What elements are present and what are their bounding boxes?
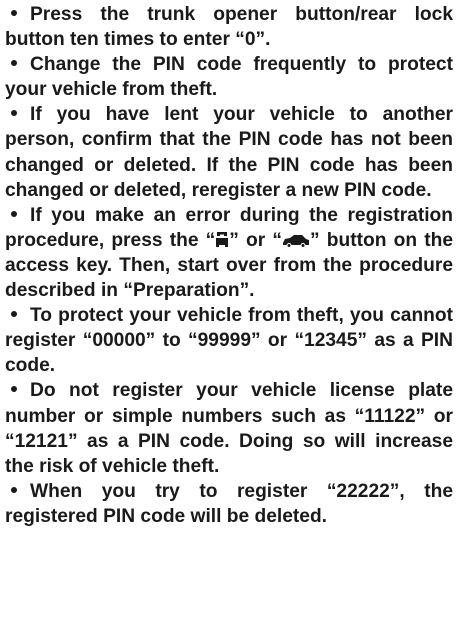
bullet-icon	[5, 303, 30, 328]
bullet-icon	[5, 102, 30, 127]
note-text: If you have lent your vehicle to another…	[5, 104, 453, 201]
note-item: Press the trunk opener button/rear lock …	[5, 2, 453, 52]
bullet-icon	[5, 479, 30, 504]
note-text: To protect your vehicle from theft, you …	[5, 305, 453, 377]
manual-notes: Press the trunk opener button/rear lock …	[5, 2, 453, 529]
note-text: Press the trunk opener button/rear lock …	[5, 4, 453, 51]
note-text: When you try to register “22222”, the re…	[5, 480, 453, 527]
bullet-icon	[5, 2, 30, 27]
note-text: Do not register your vehicle license pla…	[5, 380, 453, 477]
note-text: Change the PIN code frequently to protec…	[5, 54, 453, 101]
note-item: Change the PIN code frequently to protec…	[5, 52, 453, 102]
note-text: ” or “	[229, 229, 282, 251]
note-item: When you try to register “22222”, the re…	[5, 479, 453, 529]
note-item: If you make an error during the registra…	[5, 203, 453, 303]
bullet-icon	[5, 52, 30, 77]
note-item: To protect your vehicle from theft, you …	[5, 303, 453, 378]
bullet-icon	[5, 203, 30, 228]
trunk-open-icon	[215, 228, 229, 253]
bullet-icon	[5, 378, 30, 403]
note-item: If you have lent your vehicle to another…	[5, 102, 453, 202]
car-lock-icon	[282, 228, 310, 253]
note-item: Do not register your vehicle license pla…	[5, 378, 453, 478]
